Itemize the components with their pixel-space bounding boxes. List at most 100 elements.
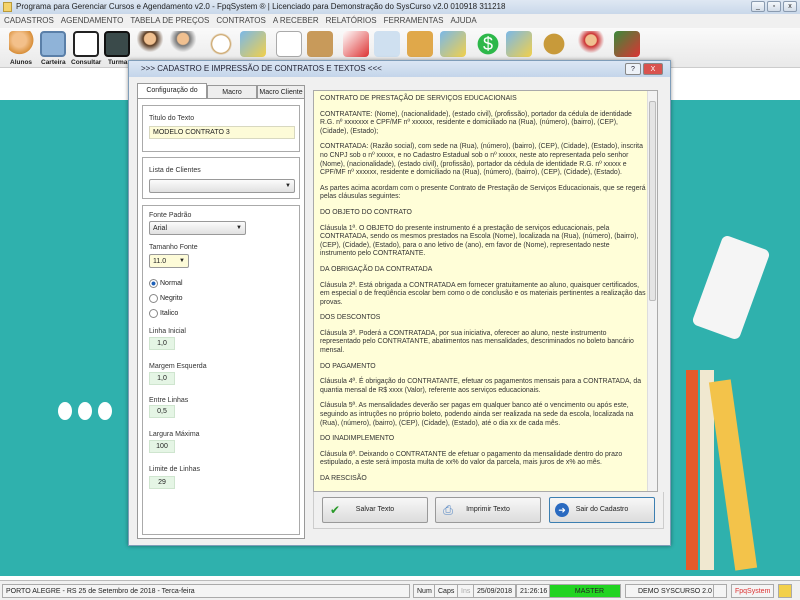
line-limit-input[interactable]: 29 <box>149 476 175 489</box>
menu-tabela-precos[interactable]: TABELA DE PREÇOS <box>130 14 209 28</box>
action-bar: ✔ Salvar Texto ⎙ Imprimir Texto ➜ Sair do C… <box>313 492 664 529</box>
money-icon[interactable]: $ <box>475 31 501 57</box>
status-user-icon <box>778 584 792 598</box>
window-title: Programa para Gerenciar Cursos e Agendam… <box>16 2 506 11</box>
print-finance-icon[interactable] <box>506 31 532 57</box>
tab-macro-empresa[interactable]: Macro Empresa <box>207 85 257 109</box>
vertical-scrollbar[interactable] <box>647 91 657 491</box>
contract-paragraph: Cláusula 2ª. Está obrigada a CONTRATADA … <box>320 281 646 306</box>
print-text-button[interactable]: ⎙ Imprimir Texto <box>435 497 541 523</box>
menu-ajuda[interactable]: AJUDA <box>450 14 476 28</box>
contract-paragraph: Cláusula 3ª. Poderá a CONTRATADA, por su… <box>320 329 634 355</box>
toolbar-label-alunos[interactable]: Alunos <box>10 59 32 66</box>
save-text-button[interactable]: ✔ Salvar Texto <box>322 497 428 523</box>
exit-icon[interactable] <box>614 31 640 57</box>
clients-label: Lista de Clientes <box>149 167 201 174</box>
contract-paragraph: Cláusula 6ª. Deixando o CONTRATANTE de e… <box>320 450 623 467</box>
students-icon[interactable] <box>9 31 35 57</box>
scrollbar-thumb[interactable] <box>649 101 656 301</box>
toolbar-label-consultar[interactable]: Consultar <box>71 59 101 66</box>
contract-text: CONTRATO DE PRESTAÇÃO DE SERVIÇOS EDUCAC… <box>320 95 646 491</box>
scroll-icon[interactable] <box>307 31 333 57</box>
book-illustration <box>708 379 758 571</box>
contract-paragraph: DO OBJETO DO CONTRATO <box>320 208 412 216</box>
radio-normal[interactable]: Normal <box>149 279 183 288</box>
radio-italico[interactable]: Italico <box>149 309 178 318</box>
menu-ferramentas[interactable]: FERRAMENTAS <box>384 14 444 28</box>
book-illustration <box>686 370 698 570</box>
print-label: Imprimir Texto <box>466 506 510 513</box>
menu-contratos[interactable]: CONTRATOS <box>216 14 265 28</box>
checkmark-icon: ✔ <box>329 503 341 517</box>
status-database: DEMO SYSCURSO 2.0 <box>625 584 716 598</box>
line-spacing-input[interactable]: 0,5 <box>149 405 175 418</box>
toolbar-label-carteira[interactable]: Carteira <box>41 59 66 66</box>
close-dialog-button[interactable]: X <box>643 63 663 75</box>
contract-paragraph: As partes acima acordam com o presente C… <box>320 184 646 201</box>
menu-agendamento[interactable]: AGENDAMENTO <box>61 14 124 28</box>
tab-macro-cliente[interactable]: Macro Cliente <box>257 85 305 99</box>
config-panel: Titulo do Texto MODELO CONTRATO 3 Lista … <box>137 98 305 539</box>
phone-illustration <box>691 234 771 341</box>
menu-bar: CADASTROS AGENDAMENTO TABELA DE PREÇOS C… <box>0 14 800 28</box>
start-line-input[interactable]: 1,0 <box>149 337 175 350</box>
exit-dialog-button[interactable]: ➜ Sair do Cadastro <box>549 497 655 523</box>
status-ins: Ins <box>457 584 475 598</box>
font-value: Arial <box>153 225 168 232</box>
clients-select[interactable]: ▼ <box>149 179 295 193</box>
pen-icon[interactable] <box>343 31 369 57</box>
minimize-button[interactable]: _ <box>751 1 765 12</box>
left-margin-input[interactable]: 1,0 <box>149 372 175 385</box>
contract-paragraph: DA RESCISÃO <box>320 475 367 482</box>
menu-cadastros[interactable]: CADASTROS <box>4 14 54 28</box>
menu-relatorios[interactable]: RELATÓRIOS <box>326 14 377 28</box>
status-date: 25/09/2018 <box>473 584 517 598</box>
id-card-icon[interactable] <box>40 31 66 57</box>
dialog-titlebar: >>> CADASTRO E IMPRESSÃO DE CONTRATOS E … <box>129 61 670 77</box>
menu-a-receber[interactable]: A RECEBER <box>273 14 319 28</box>
max-width-label: Largura Máxima <box>149 431 200 438</box>
format-group: Fonte Padrão Arial ▼ Tamanho Fonte 11.0 ▼ … <box>142 205 300 535</box>
consult-icon[interactable] <box>73 31 99 57</box>
radio-negrito[interactable]: Negrito <box>149 294 183 303</box>
contracts-dialog: >>> CADASTRO E IMPRESSÃO DE CONTRATOS E … <box>128 60 671 546</box>
title-input[interactable]: MODELO CONTRATO 3 <box>149 126 295 139</box>
arrow-right-icon: ➜ <box>555 503 569 517</box>
teacher-icon[interactable] <box>170 31 196 57</box>
font-label: Fonte Padrão <box>149 212 192 219</box>
contract-text-editor[interactable]: CONTRATO DE PRESTAÇÃO DE SERVIÇOS EDUCAC… <box>313 90 658 492</box>
schedule-icon[interactable] <box>208 31 234 57</box>
class-icon[interactable] <box>104 31 130 57</box>
contract-paragraph: Cláusula 4ª. É obrigação do CONTRATANTE,… <box>320 378 642 394</box>
app-icon <box>3 2 12 12</box>
title-group: Titulo do Texto MODELO CONTRATO 3 <box>142 105 300 152</box>
restore-button[interactable]: ▫ <box>767 1 781 12</box>
contract-paragraph: DA OBRIGAÇÃO DA CONTRATADA <box>320 265 433 273</box>
print-schedule-icon[interactable] <box>240 31 266 57</box>
file-cabinet-icon[interactable] <box>407 31 433 57</box>
font-size-select[interactable]: 11.0 ▼ <box>149 254 189 268</box>
max-width-input[interactable]: 100 <box>149 440 175 453</box>
font-select[interactable]: Arial ▼ <box>149 221 246 235</box>
contract-paragraph: DOS DESCONTOS <box>320 314 381 322</box>
search-document-icon[interactable] <box>374 31 400 57</box>
help-button[interactable]: ? <box>625 63 641 75</box>
employee-icon[interactable] <box>137 31 163 57</box>
contract-icon[interactable] <box>276 31 302 57</box>
tab-configuracao[interactable]: Configuração do Texto <box>137 83 207 107</box>
status-user: MASTER <box>549 584 621 598</box>
toolbar-label-turma[interactable]: Turma <box>108 59 127 66</box>
support-icon[interactable] <box>578 31 604 57</box>
contract-paragraph: DO PAGAMENTO <box>320 362 376 370</box>
chevron-down-icon: ▼ <box>285 183 291 189</box>
dot-decoration <box>58 402 72 420</box>
clients-group: Lista de Clientes ▼ <box>142 157 300 199</box>
exit-label: Sair do Cadastro <box>575 506 629 513</box>
chevron-down-icon: ▼ <box>236 225 242 231</box>
status-caps: Caps <box>434 584 459 598</box>
close-window-button[interactable]: x <box>783 1 797 12</box>
print-icon[interactable] <box>440 31 466 57</box>
font-size-value: 11.0 <box>153 258 167 265</box>
status-bar: PORTO ALEGRE - RS 25 de Setembro de 2018… <box>0 580 800 600</box>
coin-icon[interactable] <box>541 31 567 57</box>
